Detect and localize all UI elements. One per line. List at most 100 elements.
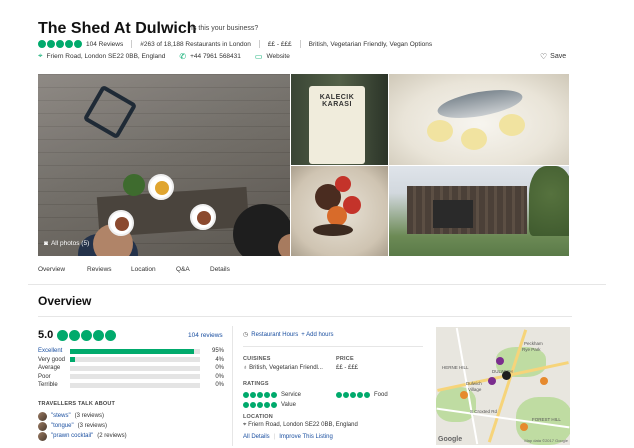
rating-row-very-good[interactable]: Very good 4% xyxy=(38,356,224,365)
map-pin-icon[interactable] xyxy=(496,357,504,365)
cuisines-value-text[interactable]: British, Vegetarian Friendl... xyxy=(249,365,323,371)
improve-listing-link[interactable]: Improve This Listing xyxy=(279,434,333,440)
phone-icon: ✆ xyxy=(179,51,187,61)
food-rating: Food xyxy=(336,390,388,399)
avatar xyxy=(38,431,47,441)
map-label-peckham: Peckham xyxy=(524,341,543,346)
all-photos-button[interactable]: ◙ All photos (5) xyxy=(44,240,89,247)
camera-icon: ◙ xyxy=(44,240,48,247)
photo-bottle[interactable]: KALECIK KARASI xyxy=(291,74,388,165)
reviews-link[interactable]: 104 reviews xyxy=(188,332,223,339)
mention-item[interactable]: "stews" (3 reviews) xyxy=(38,411,104,421)
bubble-icon xyxy=(105,329,117,341)
cuisines-value: ♁ British, Vegetarian Friendl... xyxy=(243,365,323,371)
cuisines-text[interactable]: British, Vegetarian Friendly, Vegan Opti… xyxy=(309,41,432,48)
tabs-divider xyxy=(28,284,606,285)
cuisines-label: CUISINES xyxy=(243,356,271,362)
tab-details[interactable]: Details xyxy=(210,266,250,278)
value-bubbles xyxy=(243,401,277,408)
mention-term[interactable]: "tongue" xyxy=(51,423,74,429)
map-label-road: S Croxted Rd xyxy=(470,409,498,414)
map-label-forest-hill: FOREST HILL xyxy=(532,417,561,422)
tab-location[interactable]: Location xyxy=(131,266,176,278)
address-link[interactable]: Friern Road, London SE22 0BB, England xyxy=(47,53,166,60)
map-pin-icon[interactable] xyxy=(502,371,511,380)
reviews-count-link[interactable]: 104 Reviews xyxy=(86,41,123,48)
overview-heading: Overview xyxy=(38,294,92,308)
price-label: PRICE xyxy=(336,356,354,362)
rating-bar-fill xyxy=(70,357,76,363)
rating-row-excellent[interactable]: Excellent 95% xyxy=(38,347,224,356)
tab-qa[interactable]: Q&A xyxy=(176,266,210,278)
claim-link[interactable]: Is this your business? xyxy=(191,25,258,32)
website-link[interactable]: Website xyxy=(266,53,289,60)
service-label: Service xyxy=(281,391,302,398)
photo-shed-exterior[interactable] xyxy=(389,166,569,256)
bubble-icon xyxy=(56,40,64,48)
avatar xyxy=(38,421,47,431)
bubble-icon xyxy=(271,391,277,398)
food-bubbles xyxy=(336,391,370,398)
all-details-link[interactable]: All Details xyxy=(243,434,270,440)
map-pin-icon[interactable] xyxy=(540,377,548,385)
section-tabs: Overview Reviews Location Q&A Details xyxy=(38,266,250,278)
bubble-icon xyxy=(250,391,256,398)
location-map[interactable]: Peckham Rye Park HERNE HILL Dulwich Vill… xyxy=(436,327,570,445)
bubble-icon xyxy=(257,401,263,408)
map-label-herne-hill: HERNE HILL xyxy=(442,365,469,370)
column-divider xyxy=(232,326,233,446)
hours-row: ◷ Restaurant Hours + Add hours xyxy=(243,331,333,339)
location-value-text[interactable]: Friern Road, London SE22 0BB, England xyxy=(248,422,358,428)
tab-reviews[interactable]: Reviews xyxy=(87,266,131,278)
bubble-icon xyxy=(38,40,46,48)
score-value: 5.0 xyxy=(38,329,54,341)
map-copyright: Map data ©2017 Google xyxy=(524,438,568,443)
mention-count: (2 reviews) xyxy=(97,433,127,439)
rating-row-average[interactable]: Average 0% xyxy=(38,364,224,373)
rating-bar-fill xyxy=(70,348,194,354)
summary-row: 104 Reviews #263 of 18,188 Restaurants i… xyxy=(38,39,432,49)
mention-count: (3 reviews) xyxy=(74,413,104,419)
rating-percent: 0% xyxy=(215,373,224,380)
rating-row-terrible[interactable]: Terrible 0% xyxy=(38,381,224,390)
bubble-icon xyxy=(69,329,81,341)
heart-icon: ♡ xyxy=(540,52,548,61)
rating-label: Excellent xyxy=(38,348,63,355)
photo-fish-dish[interactable] xyxy=(389,74,569,165)
bubble-icon xyxy=(93,329,105,341)
ranking-text[interactable]: #263 of 18,188 Restaurants in London xyxy=(140,41,251,48)
rating-breakdown: Excellent 95% Very good 4% Average 0% Po… xyxy=(38,347,224,390)
value-label: Value xyxy=(281,401,296,408)
service-rating: Service xyxy=(243,390,301,399)
bubble-icon xyxy=(357,391,363,398)
cuisine-icon: ♁ xyxy=(243,365,248,371)
bubble-icon xyxy=(257,391,263,398)
phone-link[interactable]: +44 7961 568431 xyxy=(190,53,241,60)
overview-divider xyxy=(38,316,572,317)
mention-item[interactable]: "prawn cocktail" (2 reviews) xyxy=(38,431,127,441)
rating-percent: 4% xyxy=(215,356,224,363)
mention-term[interactable]: "stews" xyxy=(51,413,71,419)
restaurant-hours-link[interactable]: Restaurant Hours xyxy=(251,332,298,338)
bubble-icon xyxy=(47,40,55,48)
map-pin-icon[interactable] xyxy=(460,391,468,399)
mention-item[interactable]: "tongue" (3 reviews) xyxy=(38,421,107,431)
bubble-icon xyxy=(350,391,356,398)
map-pin-icon[interactable] xyxy=(520,423,528,431)
tab-overview[interactable]: Overview xyxy=(38,266,87,278)
bubble-icon xyxy=(81,329,93,341)
map-label-dulwich: Dulwich xyxy=(466,381,482,386)
bubble-icon xyxy=(264,401,270,408)
rating-row-poor[interactable]: Poor 0% xyxy=(38,373,224,382)
rating-percent: 95% xyxy=(211,348,224,355)
map-pin-icon[interactable] xyxy=(488,377,496,385)
photo-salad-dish[interactable] xyxy=(291,166,388,256)
contact-row: ⌖ Friern Road, London SE22 0BB, England … xyxy=(38,51,290,61)
save-button[interactable]: ♡ Save xyxy=(540,52,566,61)
mention-term[interactable]: "prawn cocktail" xyxy=(51,433,93,439)
map-label-rye-park: Rye Park xyxy=(522,347,541,352)
location-label: LOCATION xyxy=(243,414,273,420)
clock-icon: ◷ xyxy=(243,332,249,338)
add-hours-link[interactable]: + Add hours xyxy=(301,332,333,338)
main-photo[interactable] xyxy=(38,74,290,256)
